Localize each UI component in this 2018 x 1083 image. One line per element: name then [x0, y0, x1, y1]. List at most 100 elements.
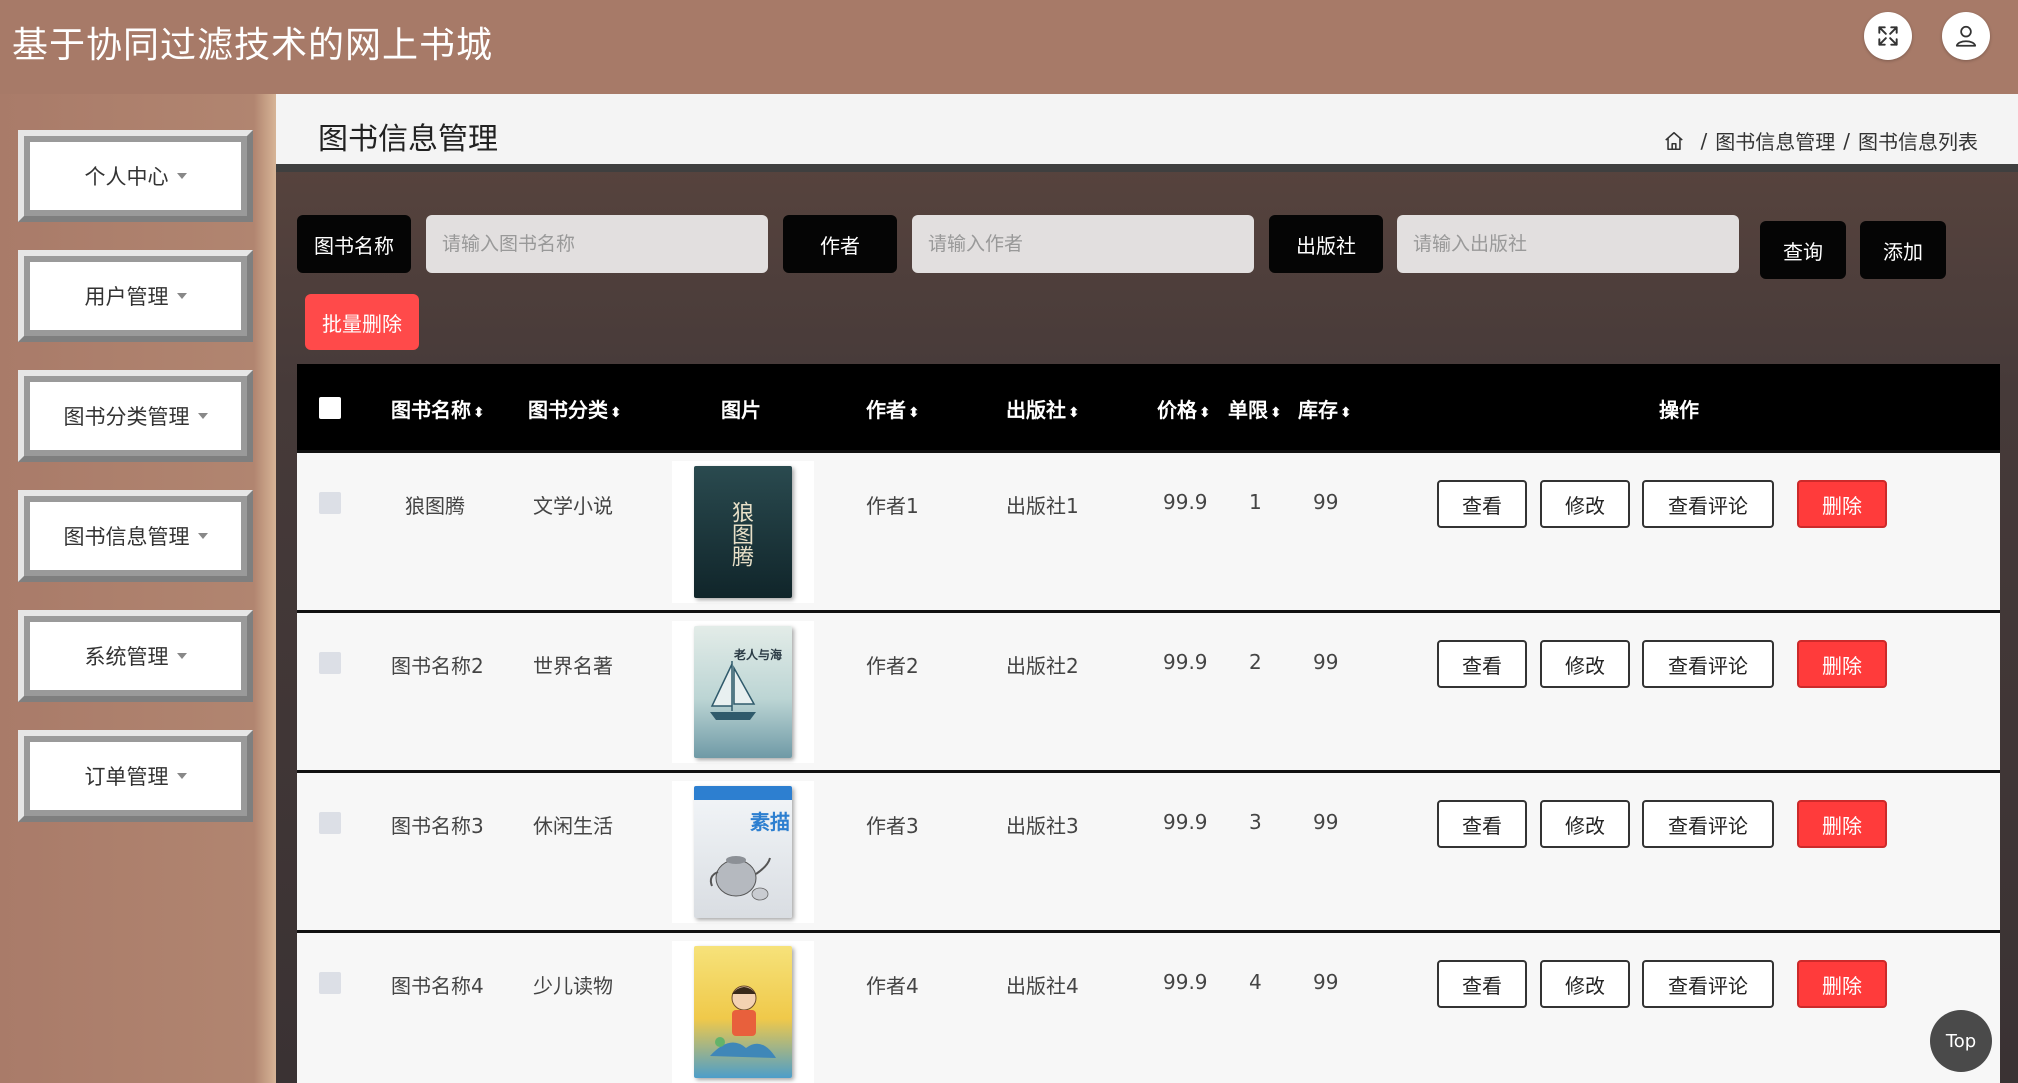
- user-button[interactable]: [1942, 12, 1990, 60]
- cover-band: [694, 786, 792, 800]
- edit-button[interactable]: 修改: [1540, 640, 1630, 688]
- header-publisher[interactable]: 出版社 ⬍: [1006, 394, 1080, 423]
- breadcrumb-item[interactable]: 图书信息管理: [1715, 126, 1835, 155]
- table-row: 狼图腾 文学小说 狼图腾 作者1 出版社1 99.9 1 99 查看 修改 查看…: [297, 450, 2000, 610]
- delete-button[interactable]: 删除: [1797, 480, 1887, 528]
- sidebar-item-book-management[interactable]: 图书信息管理: [18, 490, 253, 582]
- book-cover: 老人与海: [694, 626, 792, 758]
- home-icon[interactable]: [1663, 130, 1685, 152]
- select-all-checkbox[interactable]: [319, 397, 341, 419]
- sidebar-item-personal-center[interactable]: 个人中心: [18, 130, 253, 222]
- view-button[interactable]: 查看: [1437, 640, 1527, 688]
- delete-button[interactable]: 删除: [1797, 800, 1887, 848]
- book-name-input[interactable]: [426, 215, 768, 273]
- cell-book-name: 狼图腾: [405, 494, 465, 518]
- sort-icon: ⬍: [1340, 405, 1352, 421]
- row-checkbox[interactable]: [319, 652, 341, 674]
- row-checkbox[interactable]: [319, 972, 341, 994]
- edit-button[interactable]: 修改: [1540, 800, 1630, 848]
- back-to-top-button[interactable]: Top: [1930, 1010, 1992, 1072]
- sidebar: 个人中心 用户管理 图书分类管理 图书信息管理 系统管理 订单管理: [0, 94, 276, 1083]
- page-header: 图书信息管理 / 图书信息管理 / 图书信息列表: [276, 94, 2018, 172]
- book-name-label: 图书名称: [297, 215, 411, 273]
- table-row: 图书名称3 休闲生活 素描 作者3 出版社3 99.9 3 99 查看 修改 查…: [297, 770, 2000, 930]
- header-stock[interactable]: 库存 ⬍: [1298, 394, 1352, 423]
- add-button[interactable]: 添加: [1860, 221, 1946, 279]
- cell-limit: 4: [1249, 970, 1262, 994]
- cell-stock: 99: [1313, 970, 1339, 994]
- cell-limit: 3: [1249, 810, 1262, 834]
- cell-category: 世界名著: [533, 654, 613, 678]
- delete-button[interactable]: 删除: [1797, 640, 1887, 688]
- cell-book-name: 图书名称3: [391, 814, 484, 838]
- caret-down-icon: [176, 173, 187, 179]
- caret-down-icon: [176, 293, 187, 299]
- expand-icon: [1878, 26, 1898, 46]
- author-input[interactable]: [912, 215, 1254, 273]
- fullscreen-button[interactable]: [1864, 12, 1912, 60]
- delete-button[interactable]: 删除: [1797, 960, 1887, 1008]
- book-cover-image: [672, 941, 814, 1083]
- author-label: 作者: [783, 215, 897, 273]
- header-book-name[interactable]: 图书名称 ⬍: [391, 394, 485, 423]
- edit-button[interactable]: 修改: [1540, 480, 1630, 528]
- book-cover: 狼图腾: [694, 466, 792, 598]
- caret-down-icon: [176, 653, 187, 659]
- user-icon: [1955, 25, 1977, 47]
- table-row: 图书名称4 少儿读物 作者4 出版社4 99.9 4 99 查看 修改 查看评论…: [297, 930, 2000, 1083]
- view-comments-button[interactable]: 查看评论: [1642, 640, 1774, 688]
- cell-limit: 1: [1249, 490, 1262, 514]
- top-bar: 基于协同过滤技术的网上书城: [0, 0, 2018, 94]
- view-comments-button[interactable]: 查看评论: [1642, 800, 1774, 848]
- cell-publisher: 出版社1: [1006, 494, 1079, 518]
- sidebar-item-order-management[interactable]: 订单管理: [18, 730, 253, 822]
- cell-author: 作者1: [866, 494, 919, 518]
- page-title: 图书信息管理: [318, 122, 498, 157]
- sort-icon: ⬍: [908, 405, 920, 421]
- sidebar-item-label: 图书信息管理: [63, 525, 190, 549]
- table-row: 图书名称2 世界名著 老人与海 作者2 出版社2 99.9 2 99 查看 修改…: [297, 610, 2000, 770]
- publisher-label: 出版社: [1269, 215, 1383, 273]
- cell-category: 休闲生活: [533, 814, 613, 838]
- cell-price: 99.9: [1163, 490, 1208, 514]
- header-limit[interactable]: 单限 ⬍: [1228, 394, 1282, 423]
- query-button[interactable]: 查询: [1760, 221, 1846, 279]
- sidebar-item-label: 个人中心: [84, 165, 169, 189]
- sort-icon: ⬍: [1199, 405, 1211, 421]
- batch-delete-button[interactable]: 批量删除: [305, 294, 419, 350]
- view-button[interactable]: 查看: [1437, 800, 1527, 848]
- cell-book-name: 图书名称2: [391, 654, 484, 678]
- book-cover: 素描: [694, 786, 792, 918]
- header-category[interactable]: 图书分类 ⬍: [528, 394, 622, 423]
- book-cover: [694, 946, 792, 1078]
- book-cover-image: 狼图腾: [672, 461, 814, 603]
- sort-icon: ⬍: [610, 405, 622, 421]
- sailboat-illustration: [710, 661, 756, 720]
- header-price[interactable]: 价格 ⬍: [1157, 394, 1211, 423]
- publisher-input[interactable]: [1397, 215, 1739, 273]
- cell-author: 作者3: [866, 814, 919, 838]
- book-table: 图书名称 ⬍ 图书分类 ⬍ 图片 作者 ⬍ 出版社 ⬍ 价格 ⬍ 单限 ⬍ 库存 ⬍ 操作 狼…: [297, 364, 2000, 1083]
- row-checkbox[interactable]: [319, 812, 341, 834]
- breadcrumb-separator: /: [1843, 128, 1850, 153]
- cell-price: 99.9: [1163, 970, 1208, 994]
- teapot-sketch-illustration: [709, 856, 771, 901]
- app-title: 基于协同过滤技术的网上书城: [12, 25, 494, 66]
- sidebar-item-category-management[interactable]: 图书分类管理: [18, 370, 253, 462]
- cell-author: 作者2: [866, 654, 919, 678]
- view-comments-button[interactable]: 查看评论: [1642, 480, 1774, 528]
- row-checkbox[interactable]: [319, 492, 341, 514]
- view-button[interactable]: 查看: [1437, 960, 1527, 1008]
- cell-book-name: 图书名称4: [391, 974, 484, 998]
- edit-button[interactable]: 修改: [1540, 960, 1630, 1008]
- header-author[interactable]: 作者 ⬍: [866, 394, 920, 423]
- sidebar-item-system-management[interactable]: 系统管理: [18, 610, 253, 702]
- view-button[interactable]: 查看: [1437, 480, 1527, 528]
- sidebar-item-user-management[interactable]: 用户管理: [18, 250, 253, 342]
- cell-limit: 2: [1249, 650, 1262, 674]
- table-header: 图书名称 ⬍ 图书分类 ⬍ 图片 作者 ⬍ 出版社 ⬍ 价格 ⬍ 单限 ⬍ 库存 ⬍ 操作: [297, 364, 2000, 450]
- sidebar-item-label: 订单管理: [84, 765, 169, 789]
- main-content: 图书信息管理 / 图书信息管理 / 图书信息列表 图书名称 作者 出版社 查询 …: [276, 94, 2018, 1083]
- sidebar-item-label: 用户管理: [84, 285, 169, 309]
- view-comments-button[interactable]: 查看评论: [1642, 960, 1774, 1008]
